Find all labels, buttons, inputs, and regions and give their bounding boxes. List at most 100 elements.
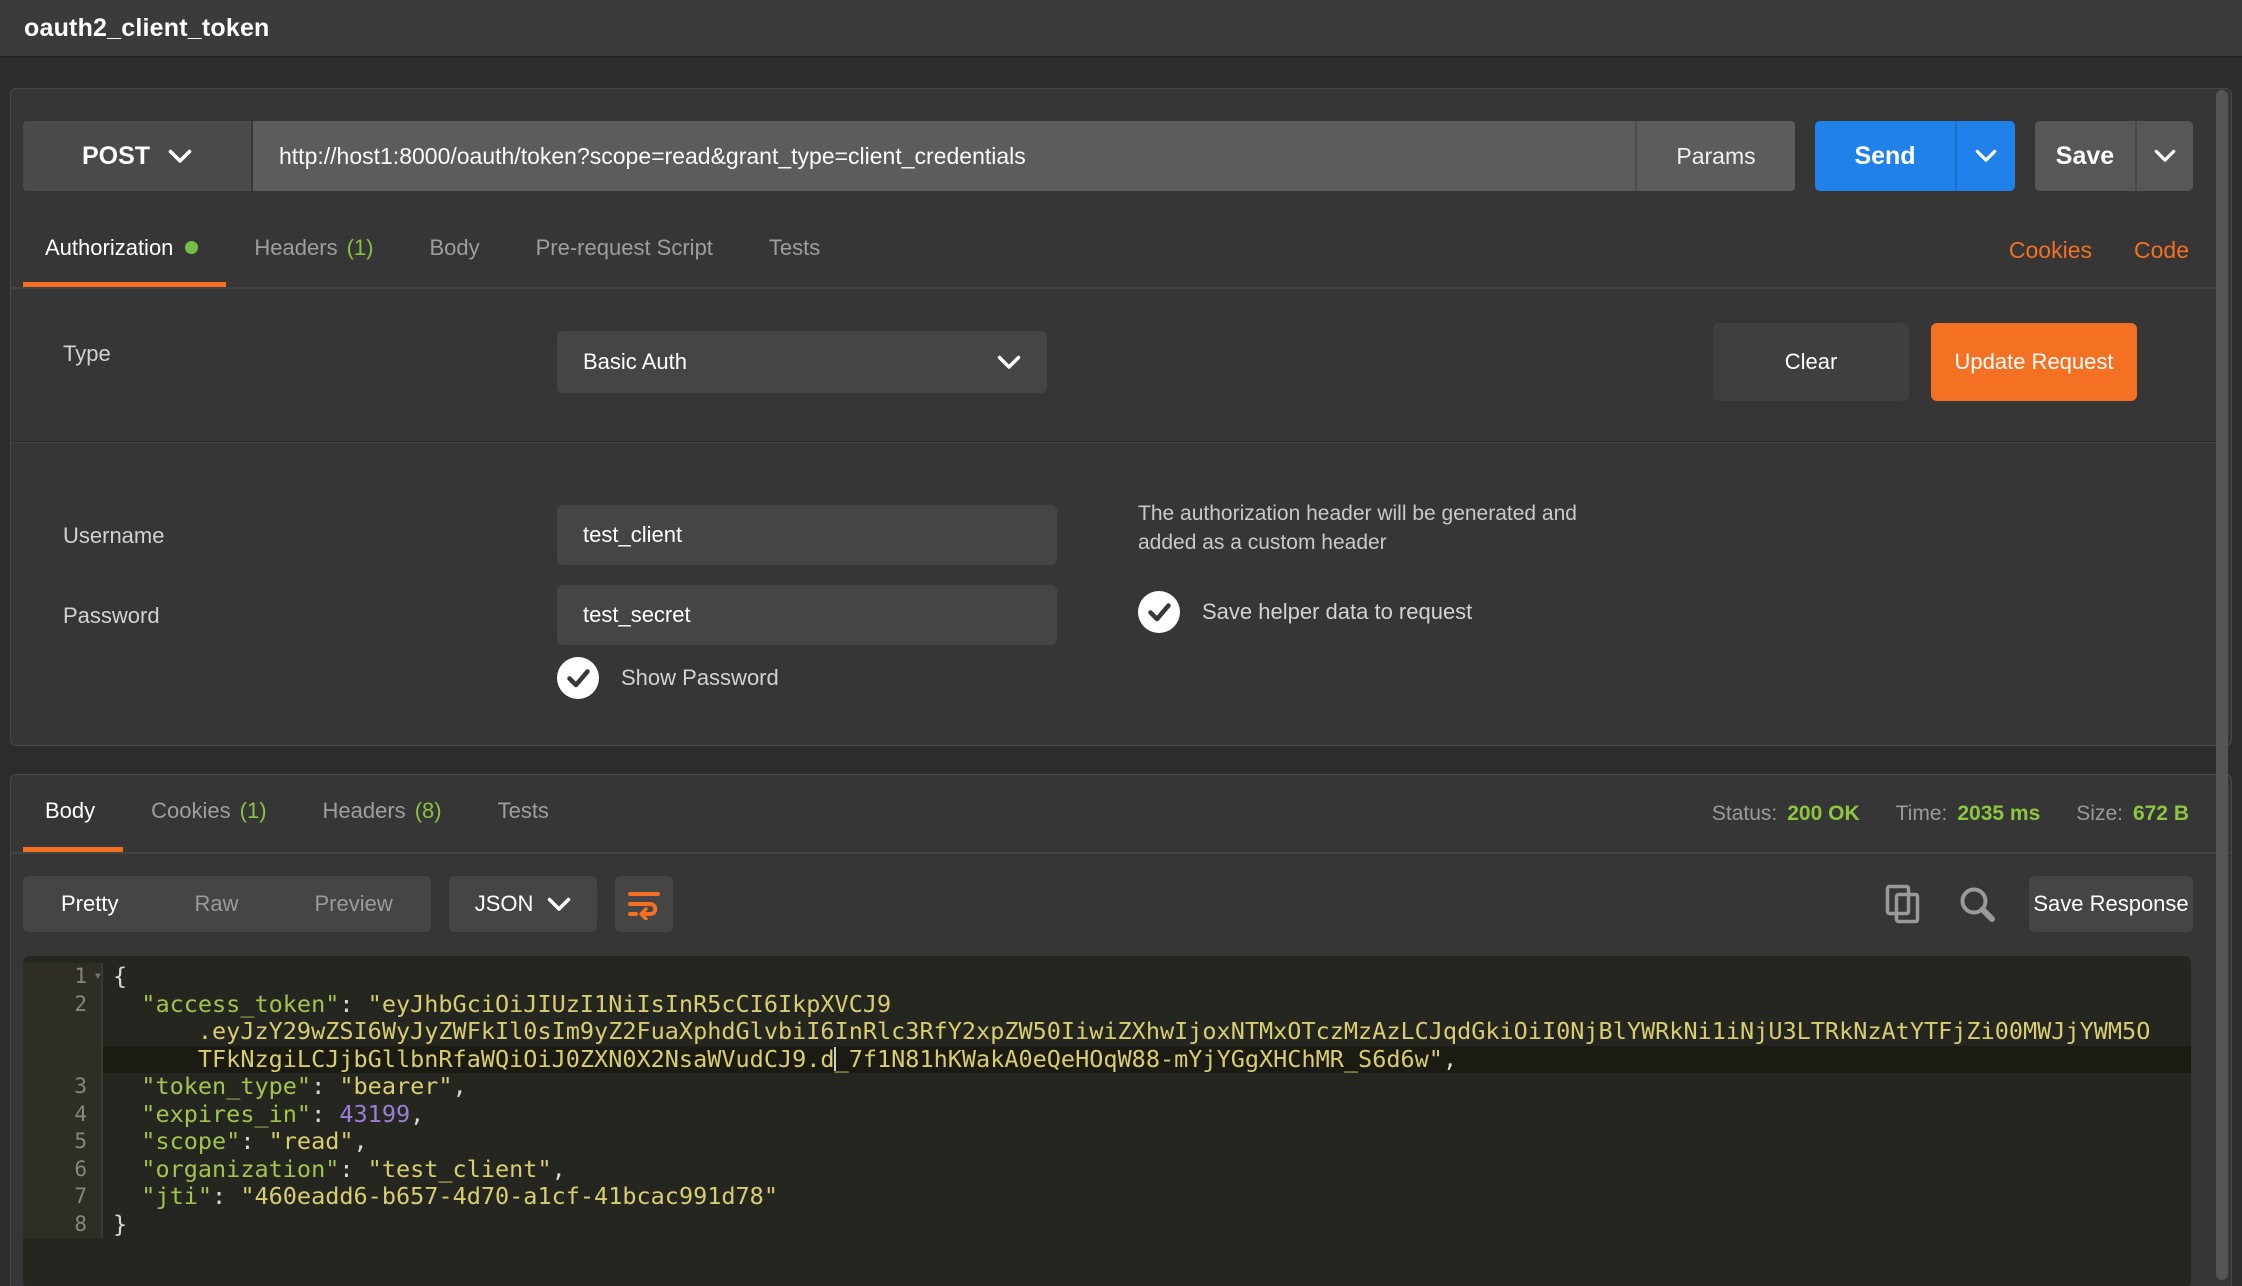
copy-response-button[interactable] <box>1881 882 1925 926</box>
clear-label: Clear <box>1785 349 1838 375</box>
send-options-caret[interactable] <box>1955 121 2015 191</box>
save-label: Save <box>2056 142 2114 171</box>
token-key: "access_token" <box>141 990 339 1018</box>
cookies-link[interactable]: Cookies <box>2009 237 2092 264</box>
line-number: 8 <box>23 1211 103 1239</box>
response-tab-tests[interactable]: Tests <box>470 775 577 852</box>
status-value: 200 OK <box>1787 802 1859 826</box>
save-options-caret[interactable] <box>2135 121 2193 191</box>
view-mode-segmented-control: PrettyRawPreview <box>23 876 431 932</box>
code-line: 1▾{ <box>23 963 2191 991</box>
tab-label: Cookies <box>151 798 230 824</box>
status-label: Time: <box>1896 802 1948 826</box>
code-text: "token_type": "bearer", <box>103 1073 2191 1101</box>
clear-button[interactable]: Clear <box>1713 323 1909 401</box>
line-number: 1▾ <box>23 963 103 991</box>
line-number: 4 <box>23 1101 103 1129</box>
code-link[interactable]: Code <box>2134 237 2189 264</box>
response-panel: BodyCookies(1)Headers(8)Tests Status:200… <box>10 774 2232 1286</box>
tab-label: Tests <box>498 798 549 824</box>
line-number <box>23 1046 103 1074</box>
code-line: 6 "organization": "test_client", <box>23 1156 2191 1184</box>
save-button[interactable]: Save <box>2035 121 2135 191</box>
tab-label: Pre-request Script <box>536 235 713 261</box>
vertical-scrollbar[interactable] <box>2216 90 2228 1280</box>
token-str: "bearer" <box>339 1072 452 1100</box>
tab-authorization[interactable]: Authorization <box>23 213 226 287</box>
wrap-text-button[interactable] <box>615 876 673 932</box>
chevron-down-icon <box>997 355 1021 370</box>
code-text: { <box>103 963 2191 991</box>
auth-type-dropdown[interactable]: Basic Auth <box>557 331 1047 393</box>
auth-helper-note: The authorization header will be generat… <box>1138 499 1618 557</box>
token-str: "read" <box>269 1127 354 1155</box>
line-number: 3 <box>23 1073 103 1101</box>
token-plain <box>113 1100 141 1128</box>
chevron-down-icon <box>2154 149 2176 163</box>
postman-window: oauth2_client_token POST http://host1:80… <box>0 0 2242 1286</box>
token-plain <box>113 1155 141 1183</box>
code-line: TFkNzgiLCJjbGllbnRfaWQiOiJ0ZXN0X2NsaWVud… <box>23 1046 2191 1074</box>
send-button[interactable]: Send <box>1815 121 1955 191</box>
token-plain <box>113 1182 141 1210</box>
request-name: oauth2_client_token <box>24 14 270 43</box>
password-value: test_secret <box>583 602 691 628</box>
unsaved-dot-icon <box>185 241 198 254</box>
code-text: "jti": "460eadd6-b657-4d70-a1cf-41bcac99… <box>103 1183 2191 1211</box>
tab-tests[interactable]: Tests <box>741 213 848 287</box>
checked-circle-icon <box>1138 591 1180 633</box>
password-label: Password <box>63 603 160 629</box>
line-number: 5 <box>23 1128 103 1156</box>
response-toolbar-right: Save Response <box>1881 876 2193 932</box>
response-body-editor[interactable]: 1▾{2 "access_token": "eyJhbGciOiJIUzI1Ni… <box>23 956 2191 1286</box>
token-key: "token_type" <box>141 1072 311 1100</box>
search-response-button[interactable] <box>1955 882 1999 926</box>
token-plain: : <box>240 1127 268 1155</box>
token-plain <box>113 1017 198 1045</box>
method-dropdown[interactable]: POST <box>23 121 253 191</box>
view-mode-raw[interactable]: Raw <box>156 876 276 932</box>
show-password-checkbox[interactable]: Show Password <box>557 657 779 699</box>
password-input[interactable]: test_secret <box>557 585 1057 645</box>
response-toolbar: PrettyRawPreview JSON <box>23 876 2219 932</box>
tab-body[interactable]: Body <box>401 213 507 287</box>
save-split-button: Save <box>2035 121 2193 191</box>
params-button[interactable]: Params <box>1635 121 1795 191</box>
save-response-button[interactable]: Save Response <box>2029 876 2193 932</box>
token-key: "expires_in" <box>141 1100 311 1128</box>
view-mode-preview[interactable]: Preview <box>276 876 430 932</box>
save-response-label: Save Response <box>2033 891 2188 917</box>
token-key: "organization" <box>141 1155 339 1183</box>
token-num: 43199 <box>339 1100 410 1128</box>
username-label: Username <box>63 523 164 549</box>
chevron-down-icon <box>547 897 571 912</box>
response-tab-headers[interactable]: Headers(8) <box>295 775 470 852</box>
token-plain: , <box>552 1155 566 1183</box>
view-mode-pretty[interactable]: Pretty <box>23 876 156 932</box>
status-value: 672 B <box>2133 802 2189 826</box>
save-helper-checkbox[interactable]: Save helper data to request <box>1138 591 1472 633</box>
tab-label: Authorization <box>45 235 173 261</box>
url-input[interactable]: http://host1:8000/oauth/token?scope=read… <box>253 121 1635 191</box>
response-tabs-row: BodyCookies(1)Headers(8)Tests Status:200… <box>11 775 2231 854</box>
response-tab-cookies[interactable]: Cookies (1) <box>123 775 294 852</box>
tab-headers[interactable]: Headers(1) <box>226 213 401 287</box>
tab-count: (8) <box>415 798 442 824</box>
auth-type-value: Basic Auth <box>583 349 687 375</box>
send-label: Send <box>1854 142 1915 171</box>
send-split-button: Send <box>1815 121 2015 191</box>
tab-pre-request-script[interactable]: Pre-request Script <box>508 213 741 287</box>
token-plain: : <box>311 1100 339 1128</box>
username-input[interactable]: test_client <box>557 505 1057 565</box>
tab-count: (1) <box>240 798 267 824</box>
format-value: JSON <box>475 891 534 917</box>
code-line: 5 "scope": "read", <box>23 1128 2191 1156</box>
response-tab-body[interactable]: Body <box>23 775 123 852</box>
tab-label: Body <box>429 235 479 261</box>
code-text: "access_token": "eyJhbGciOiJIUzI1NiIsInR… <box>103 991 2191 1019</box>
fold-caret-icon[interactable]: ▾ <box>94 963 102 991</box>
update-request-button[interactable]: Update Request <box>1931 323 2137 401</box>
response-tabs: Body Cookies (1) Headers(8) Tests <box>23 775 577 852</box>
format-dropdown[interactable]: JSON <box>449 876 597 932</box>
token-str: "eyJhbGciOiJIUzI1NiIsInR5cCI6IkpXVCJ9 <box>368 990 891 1018</box>
